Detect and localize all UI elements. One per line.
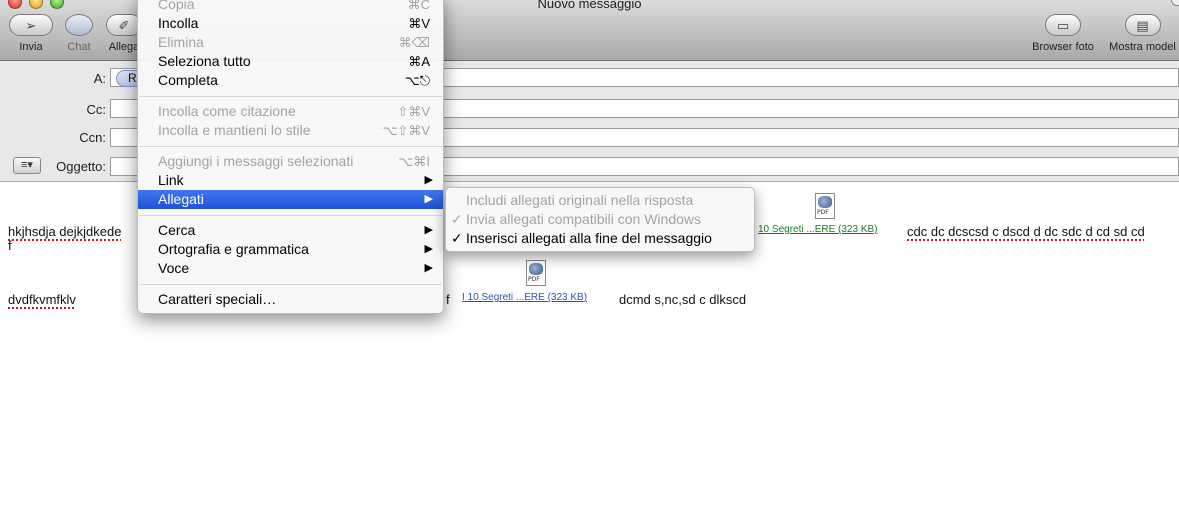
menu-item-paste[interactable]: Incolla ⌘V	[138, 14, 443, 33]
to-label: A:	[93, 71, 106, 86]
pdf-icon[interactable]: PDF	[812, 193, 838, 223]
show-templates-button[interactable]: ▤ Mostra model	[1106, 14, 1179, 53]
cc-label: Cc:	[86, 102, 107, 117]
menu-separator	[139, 146, 442, 147]
attachments-submenu: Includi allegati originali nella rispost…	[445, 187, 755, 252]
send-icon: ➢	[25, 18, 37, 33]
body-text-line2: dvdfkvmfklv	[8, 292, 76, 307]
menu-item-link[interactable]: Link ▶	[138, 171, 443, 190]
attachment-link-1[interactable]: 10 Segreti ...ERE (323 KB)	[758, 224, 878, 235]
header-options-button[interactable]: ≡▾	[13, 157, 41, 174]
submenu-item-insert-attachments-at-end[interactable]: ✓ Inserisci allegati alla fine del messa…	[446, 229, 754, 248]
send-button[interactable]: ➢ Invia	[7, 14, 55, 53]
menu-separator	[139, 215, 442, 216]
checkmark-icon: ✓	[451, 211, 463, 227]
menu-item-paste-and-match-style[interactable]: Incolla e mantieni lo stile ⌥⇧⌘V	[138, 121, 443, 140]
menu-separator	[139, 284, 442, 285]
body-text-line1: hkjhsdja dejkjdkede	[8, 224, 122, 239]
templates-icon: ▤	[1136, 18, 1149, 33]
menu-item-attachments[interactable]: Allegati ▶	[138, 190, 443, 209]
submenu-arrow-icon: ▶	[424, 174, 433, 186]
menu-item-complete[interactable]: Completa ⌥⎋	[138, 71, 443, 90]
menu-item-spelling-grammar[interactable]: Ortografia e grammatica ▶	[138, 240, 443, 259]
bcc-label: Ccn:	[79, 130, 106, 145]
menu-item-find[interactable]: Cerca ▶	[138, 221, 443, 240]
photo-browser-icon: ▭	[1056, 18, 1070, 33]
body-text-line1-end-text: cdc dc dcscsd c dscd d dc sdc d cd sd cd	[907, 224, 1145, 239]
submenu-item-windows-friendly-attachments[interactable]: ✓ Invia allegati compatibili con Windows	[446, 210, 754, 229]
submenu-arrow-icon: ▶	[424, 243, 433, 255]
photo-browser-button[interactable]: ▭ Browser foto	[1029, 14, 1097, 53]
subject-label: Oggetto:	[56, 159, 106, 174]
menu-item-special-characters[interactable]: Caratteri speciali…	[138, 290, 443, 309]
menu-item-copy[interactable]: Copia ⌘C	[138, 0, 443, 14]
edit-menu: Copia ⌘C Incolla ⌘V Elimina ⌘⌫ Seleziona tu…	[137, 0, 444, 314]
submenu-arrow-icon: ▶	[424, 262, 433, 274]
body-text-line1-wrap: f	[8, 238, 12, 253]
menu-item-delete[interactable]: Elimina ⌘⌫	[138, 33, 443, 52]
menu-item-speech[interactable]: Voce ▶	[138, 259, 443, 278]
body-text-line2-end: dcmd s,nc,sd c dlkscd	[619, 292, 747, 307]
attachment-link-2[interactable]: I 10 Segreti ...ERE (323 KB)	[462, 292, 587, 303]
submenu-arrow-icon: ▶	[424, 193, 433, 205]
menu-separator	[139, 96, 442, 97]
menu-item-select-all[interactable]: Seleziona tutto ⌘A	[138, 52, 443, 71]
chat-button[interactable]: Chat	[62, 14, 96, 53]
paperclip-icon: ✐	[118, 18, 130, 33]
submenu-item-include-original-attachments[interactable]: Includi allegati originali nella rispost…	[446, 191, 754, 210]
body-text-line1-end: cdc dc dcscsd c dscd d dc sdc d cd sd cd	[907, 224, 1145, 239]
checkmark-icon: ✓	[451, 230, 463, 246]
body-text-line2-mid: f	[446, 292, 450, 307]
submenu-arrow-icon: ▶	[424, 224, 433, 236]
pdf-icon[interactable]: PDF	[523, 260, 549, 290]
menu-item-append-selected-messages[interactable]: Aggiungi i messaggi selezionati ⌥⌘I	[138, 152, 443, 171]
menu-item-paste-as-quotation[interactable]: Incolla come citazione ⇧⌘V	[138, 102, 443, 121]
